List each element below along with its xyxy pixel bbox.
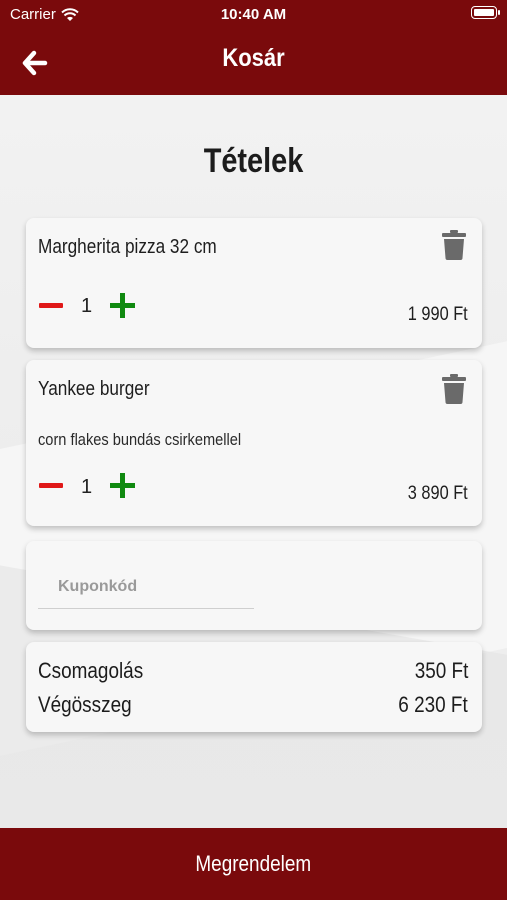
item-name: Yankee burger xyxy=(38,378,150,400)
status-bar: Carrier 10:40 AM xyxy=(0,0,507,28)
total-value: 6 230 Ft xyxy=(398,692,468,717)
cart-item-card: Margherita pizza 32 cm 1 1 990 Ft xyxy=(26,218,482,348)
section-heading: Tételek xyxy=(203,142,304,180)
item-quantity: 1 xyxy=(81,295,93,317)
increase-quantity-button[interactable] xyxy=(110,473,136,499)
item-name: Margherita pizza 32 cm xyxy=(38,236,217,258)
coupon-card xyxy=(26,541,482,630)
summary-card: Csomagolás 350 Ft Végösszeg 6 230 Ft xyxy=(26,642,482,732)
increase-quantity-button[interactable] xyxy=(110,293,136,319)
delete-button[interactable] xyxy=(442,374,466,404)
item-price: 3 890 Ft xyxy=(408,483,468,504)
trash-icon xyxy=(442,374,466,404)
page-title: Kosár xyxy=(222,44,285,72)
coupon-input[interactable] xyxy=(38,565,254,609)
status-time: 10:40 AM xyxy=(220,6,287,23)
packaging-value: 350 Ft xyxy=(414,658,468,683)
app-header: Carrier 10:40 AM Kosár xyxy=(0,0,507,95)
cart-item-card: Yankee burger corn flakes bundás csirkem… xyxy=(26,360,482,526)
decrease-quantity-button[interactable] xyxy=(39,294,65,318)
item-quantity: 1 xyxy=(81,476,93,498)
place-order-label: Megrendelem xyxy=(195,851,312,876)
battery-icon xyxy=(471,6,500,19)
item-price: 1 990 Ft xyxy=(408,304,468,325)
item-description: corn flakes bundás csirkemellel xyxy=(38,430,242,449)
trash-icon xyxy=(442,230,466,260)
place-order-button[interactable]: Megrendelem xyxy=(0,828,507,900)
decrease-quantity-button[interactable] xyxy=(39,474,65,498)
total-label: Végösszeg xyxy=(38,692,132,717)
packaging-label: Csomagolás xyxy=(38,658,144,683)
delete-button[interactable] xyxy=(442,230,466,260)
